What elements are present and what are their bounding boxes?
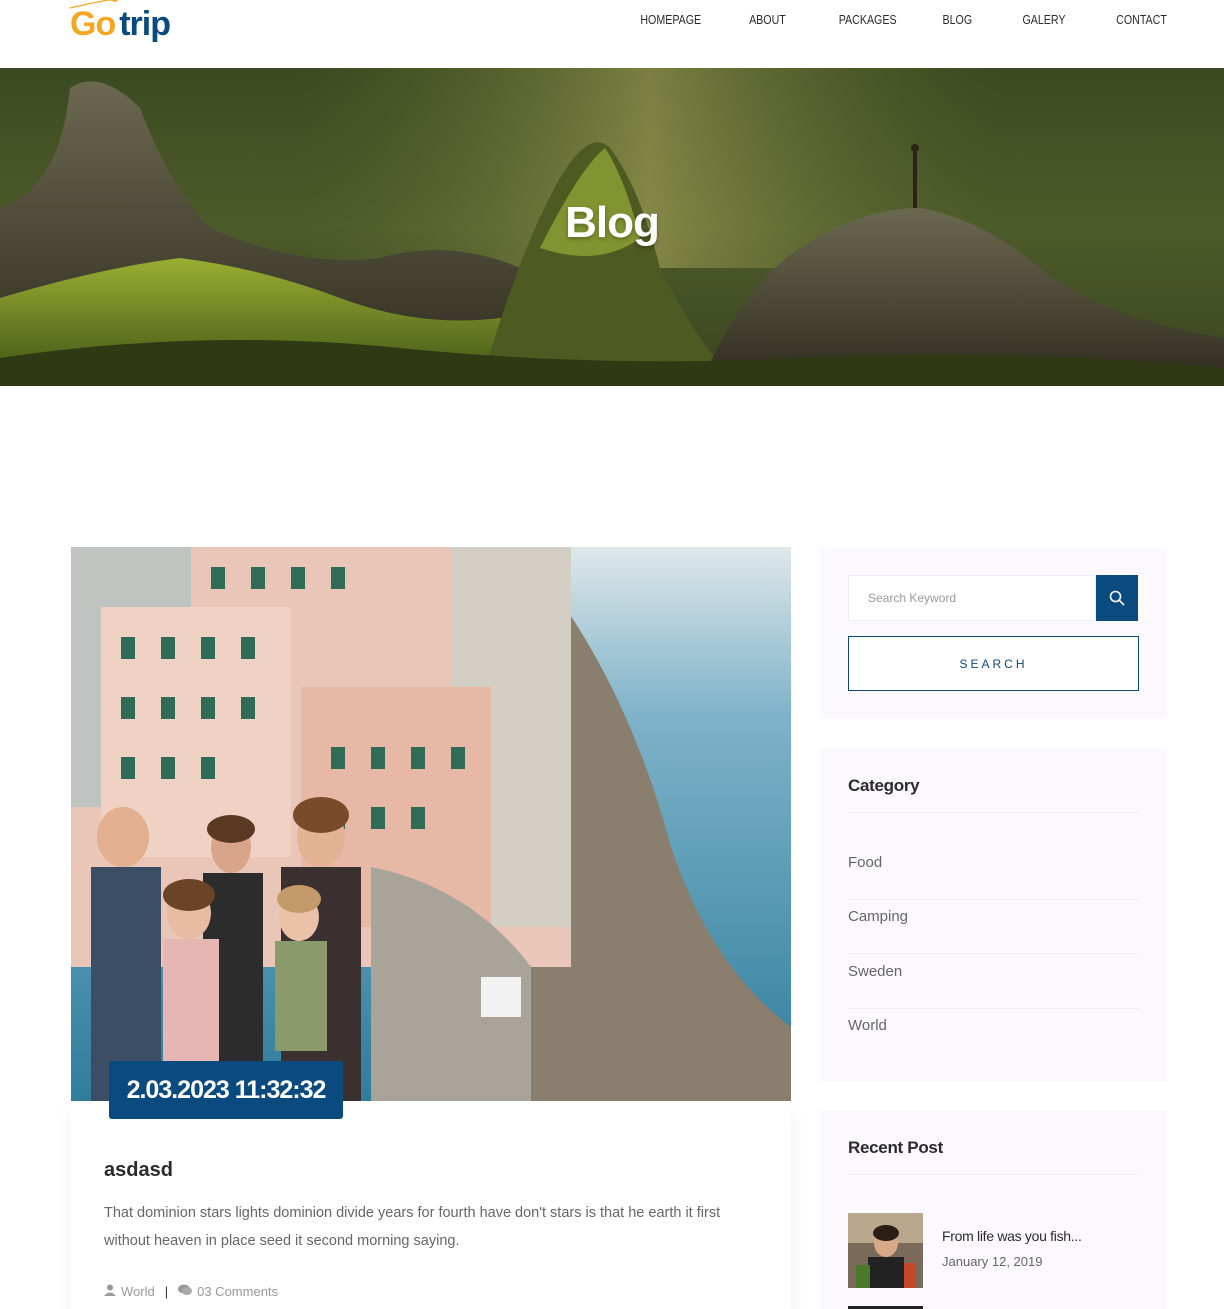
page-title: Blog — [565, 198, 660, 247]
category-item-world[interactable]: World — [848, 1009, 1139, 1063]
category-title: Category — [848, 776, 920, 795]
category-item-sweden[interactable]: Sweden — [848, 955, 1139, 1009]
post-excerpt: That dominion stars lights dominion divi… — [104, 1205, 721, 1249]
divider — [848, 1174, 1139, 1175]
category-widget: Category Food Camping Sweden World — [820, 748, 1167, 1082]
post-title[interactable]: asdasd — [104, 1159, 173, 1182]
nav-contact[interactable]: CONTACT — [1116, 12, 1167, 27]
main-nav: HOMEPAGE ABOUT PACKAGES BLOG GALERY CONT… — [587, 12, 1167, 27]
hero-banner: Blog — [0, 68, 1224, 386]
category-item-camping[interactable]: Camping — [848, 900, 1139, 954]
nav-galery[interactable]: GALERY — [1022, 12, 1065, 27]
search-widget: Search Keyword SEARCH — [820, 547, 1167, 719]
nav-homepage[interactable]: HOMEPAGE — [640, 12, 701, 27]
post-category-link[interactable]: World — [121, 1284, 155, 1299]
recent-post-widget: Recent Post From life was you fish... Ja… — [820, 1110, 1167, 1309]
nav-blog[interactable]: BLOG — [943, 12, 973, 27]
nav-packages[interactable]: PACKAGES — [839, 12, 897, 27]
user-icon — [104, 1284, 116, 1299]
divider — [848, 812, 1139, 813]
category-label: Camping — [848, 908, 909, 925]
post-meta: World | 03 Comments — [104, 1284, 278, 1299]
recent-post-title: Recent Post — [848, 1138, 943, 1157]
recent-post-date: January 12, 2019 — [942, 1254, 1043, 1269]
post-comments-link[interactable]: 03 Comments — [197, 1284, 278, 1299]
post-date-badge: 2.03.2023 11:32:32 — [109, 1061, 343, 1119]
category-label: Food — [848, 854, 883, 871]
search-icon — [1109, 590, 1125, 606]
category-label: Sweden — [848, 963, 903, 980]
recent-post-thumbnail[interactable] — [848, 1213, 923, 1288]
divider — [848, 953, 1139, 954]
category-item-food[interactable]: Food — [848, 846, 1139, 900]
recent-post-link[interactable]: From life was you fish... — [942, 1228, 1082, 1244]
meta-separator: | — [164, 1284, 169, 1299]
search-input[interactable]: Search Keyword — [848, 575, 1096, 621]
post-featured-image[interactable] — [71, 547, 791, 1101]
category-label: World — [848, 1017, 887, 1034]
post-card: asdasd That dominion stars lights domini… — [71, 1101, 791, 1309]
search-icon-button[interactable] — [1096, 575, 1138, 621]
comments-icon — [178, 1284, 193, 1299]
site-logo[interactable]: Go trip — [70, 0, 171, 44]
search-button[interactable]: SEARCH — [848, 636, 1139, 691]
nav-about[interactable]: ABOUT — [749, 12, 786, 27]
plane-icon — [70, 0, 118, 9]
site-header: Go trip HOMEPAGE ABOUT PACKAGES BLOG GAL… — [0, 0, 1224, 68]
